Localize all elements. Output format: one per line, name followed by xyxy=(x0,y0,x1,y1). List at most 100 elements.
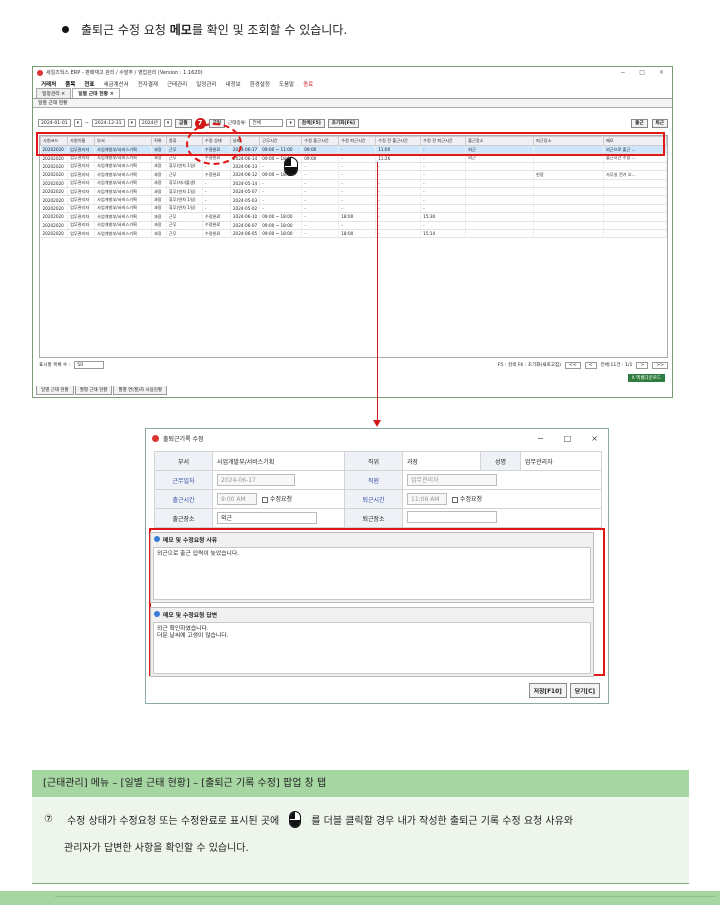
table-cell: 사업개발부/서비스기획 xyxy=(94,229,152,239)
table-cell: 2024-06-10 xyxy=(230,212,261,222)
date-to-dropdown-icon[interactable]: ▾ xyxy=(127,119,136,127)
workdate-field[interactable]: 2024-06-17 xyxy=(217,474,295,486)
bottom-tab-leave[interactable]: 월별 연(월)차 사용현황 xyxy=(113,386,168,395)
bottom-tab-monthly[interactable]: 월별 근태 현황 xyxy=(74,386,113,395)
menu-item-item[interactable]: 품목 xyxy=(65,80,75,88)
menu-item-attendance[interactable]: 근태관리 xyxy=(167,80,187,88)
table-cell: 20202020 xyxy=(40,170,68,180)
out-time-field[interactable]: 11:06 AM xyxy=(407,493,447,505)
in-place-field[interactable]: 외근 xyxy=(217,512,317,524)
table-row[interactable]: 20202020 업무관리자 사업개발부/서비스기획 과장 근무 수정완료 2024-06-… xyxy=(40,212,667,222)
year-dropdown-icon[interactable]: ▾ xyxy=(163,119,173,127)
popup-maximize-button[interactable]: □ xyxy=(564,434,572,443)
next-page-button[interactable]: > xyxy=(636,361,649,369)
table-row[interactable]: 20202020 업무관리자 사업개발부/서비스기획 과장 근무 수정완료 2024-06-… xyxy=(40,221,667,230)
menu-item-approval[interactable]: 전자결재 xyxy=(138,80,158,88)
table-cell: - xyxy=(375,212,422,222)
attendance-type-select[interactable]: 전체 xyxy=(249,119,284,127)
table-cell: 휴무(연차 1일) xyxy=(166,195,203,205)
table-row[interactable]: 20202020 업무관리자 사업개발부/서비스기획 과장 휴무(연차 1일) -2024… xyxy=(40,187,667,197)
menu-item-help[interactable]: 도움말 xyxy=(279,80,294,88)
rows-per-page-select[interactable]: 50 xyxy=(74,361,105,369)
table-cell: 15:14 xyxy=(420,229,467,239)
maximize-button[interactable]: □ xyxy=(639,69,645,76)
table-cell xyxy=(603,195,667,205)
table-cell xyxy=(465,229,535,239)
table-cell: - xyxy=(202,179,231,188)
last-page-button[interactable]: >> xyxy=(652,361,668,369)
table-cell: 사업개발부/서비스기획 xyxy=(94,195,152,205)
search-button[interactable]: 검색[F5] xyxy=(297,118,325,128)
date-from-field[interactable]: 2024-01-01 xyxy=(38,119,71,127)
date-from-dropdown-icon[interactable]: ▾ xyxy=(73,119,83,127)
filter-bar: 2024-01-01 ▾ ~ 2024-12-31 ▾ 2024년 ▾ 금월 7… xyxy=(38,117,668,129)
table-cell: - xyxy=(375,229,422,239)
prev-page-button[interactable]: < xyxy=(584,361,597,369)
this-month-button[interactable]: 금월 xyxy=(175,118,192,128)
clock-out-button[interactable]: 퇴근 xyxy=(651,118,668,128)
tab-schedule[interactable]: 일정관리 × xyxy=(36,88,72,98)
table-cell: - xyxy=(375,170,422,180)
table-cell xyxy=(533,187,604,197)
table-cell: - xyxy=(338,170,377,180)
tab-daily-attendance[interactable]: 일별 근태 현황 × xyxy=(72,88,120,98)
menu-item-myinfo[interactable]: 내정보 xyxy=(226,80,241,88)
table-cell xyxy=(603,204,667,214)
menu-item-slip[interactable]: 전표 xyxy=(84,80,94,88)
in-time-label: 출근시간 xyxy=(154,489,213,509)
position-value: 과장 xyxy=(402,451,481,471)
name-value: 업무관리자 xyxy=(520,451,602,471)
in-time-field[interactable]: 9:00 AM xyxy=(217,493,257,505)
dept-value: 사업개발부/서비스기획 xyxy=(212,451,345,471)
table-cell xyxy=(603,179,667,188)
memo-reason-textarea[interactable]: 외근으로 출근 입력이 늦었습니다. xyxy=(153,547,591,600)
table-cell: - xyxy=(259,187,303,197)
date-tilde: ~ xyxy=(85,120,89,126)
year-select[interactable]: 2024년 xyxy=(138,119,161,127)
table-cell xyxy=(533,162,604,172)
table-cell: 수정완료 xyxy=(202,221,231,230)
minimize-button[interactable]: − xyxy=(620,69,625,76)
role-field[interactable]: 업무관리자 xyxy=(407,474,497,486)
table-cell: 업무관리자 xyxy=(67,221,95,230)
close-button[interactable]: × xyxy=(659,69,664,76)
table-row[interactable]: 20202020 업무관리자 사업개발부/서비스기획 과장 휴무(연차 1일) -2024… xyxy=(40,195,667,205)
table-cell xyxy=(603,221,667,230)
popup-close-button[interactable]: × xyxy=(591,434,598,443)
bottom-tab-daily[interactable]: 일별 근태 현황 xyxy=(36,386,74,395)
attendance-type-dropdown-icon[interactable]: ▾ xyxy=(286,119,295,127)
memo-reply-textarea[interactable]: 외근 확인하였습니다. 더운 날씨에 고생이 많습니다. xyxy=(153,622,591,674)
excel-download-button[interactable]: X 엑셀다운로드 xyxy=(627,374,665,382)
table-cell: 09:00 ~ 18:00 xyxy=(259,212,303,222)
popup-minimize-button[interactable]: − xyxy=(537,434,544,443)
menu-item-schedule[interactable]: 일정관리 xyxy=(196,80,216,88)
clock-in-button[interactable]: 출근 xyxy=(631,118,648,128)
table-row[interactable]: 20202020 업무관리자 사업개발부/서비스기획 과장 휴무(자녀출생) -2024-… xyxy=(40,179,667,188)
menu-item-taxinvoice[interactable]: 세금계산서 xyxy=(103,80,128,88)
first-page-button[interactable]: << xyxy=(564,361,581,369)
out-place-field[interactable] xyxy=(407,511,497,523)
date-to-field[interactable]: 2024-12-31 xyxy=(91,119,125,127)
in-edit-request-checkbox[interactable] xyxy=(261,496,268,503)
out-edit-request-checkbox[interactable] xyxy=(451,496,458,503)
save-button[interactable]: 저장[F10] xyxy=(528,683,567,698)
menu-item-exit[interactable]: 종료 xyxy=(303,80,313,88)
close-popup-button[interactable]: 닫기[C] xyxy=(569,683,600,698)
table-cell: 업무관리자 xyxy=(67,204,95,214)
shortcut-hint: F5 : 검색 F6 : 초기화(새로고침) xyxy=(497,363,561,368)
menu-item-settings[interactable]: 환경설정 xyxy=(250,80,270,88)
table-cell: 과장 xyxy=(151,179,167,188)
table-cell xyxy=(533,204,604,214)
table-cell: - xyxy=(420,170,467,180)
table-cell: - xyxy=(338,187,377,197)
reset-button[interactable]: 초기화[F6] xyxy=(327,118,360,128)
table-cell: - xyxy=(259,179,303,188)
table-row[interactable]: 20202020 업무관리자 사업개발부/서비스기획 과장 휴무(연차 1일) -2024… xyxy=(40,204,667,214)
menu-item-client[interactable]: 거래처 xyxy=(41,80,56,88)
table-row[interactable]: 20202020 업무관리자 사업개발부/서비스기획 과장 근무 수정완료 2024-06-… xyxy=(40,170,667,180)
table-cell xyxy=(533,212,604,222)
table-cell: - xyxy=(375,179,422,188)
table-row[interactable]: 20202020 업무관리자 사업개발부/서비스기획 과장 근무 수정완료 2024-06-… xyxy=(40,229,667,239)
table-cell: 사무실 전기 오... xyxy=(603,170,667,180)
table-row[interactable]: 20202020 업무관리자 사업개발부/서비스기획 과장 휴무(연차 1일) -2024… xyxy=(40,162,667,172)
